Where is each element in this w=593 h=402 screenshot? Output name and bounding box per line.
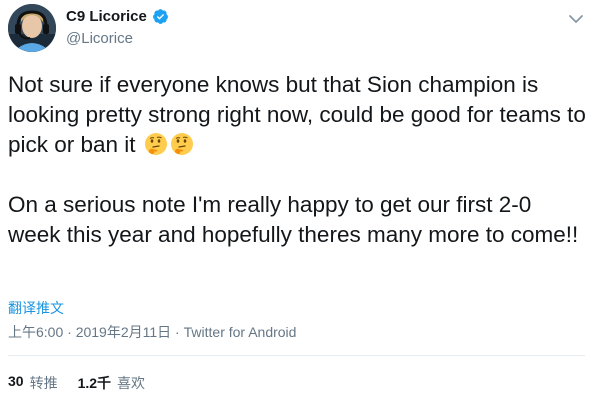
translate-tweet-link[interactable]: 翻译推文 (8, 298, 64, 318)
divider (8, 355, 585, 356)
tweet-source: Twitter for Android (183, 324, 297, 340)
chevron-down-icon[interactable] (567, 10, 585, 28)
tweet-paragraph-1-text: Not sure if everyone knows but that Sion… (8, 72, 586, 157)
likes-label: 喜欢 (117, 375, 146, 391)
author-handle[interactable]: @Licorice (66, 30, 133, 47)
tweet-paragraph-2: On a serious note I'm really happy to ge… (8, 192, 579, 247)
author-display-name[interactable]: C9 Licorice (66, 8, 147, 25)
avatar[interactable] (8, 4, 56, 52)
thinking-face-icon (144, 133, 167, 155)
tweet-time[interactable]: 上午6:00 (8, 324, 63, 340)
verified-badge-icon (152, 9, 168, 24)
avatar-image (8, 4, 56, 52)
likes-stat[interactable]: 1.2千 喜欢 (78, 373, 145, 393)
retweets-stat[interactable]: 30 转推 (8, 373, 58, 393)
tweet-stats: 30 转推 1.2千 喜欢 (8, 373, 145, 393)
tweet-date[interactable]: 2019年2月11日 (76, 324, 171, 340)
thinking-face-icon (170, 133, 193, 155)
likes-count: 1.2千 (77, 375, 112, 391)
tweet-metadata: 上午6:00 · 2019年2月11日 · Twitter for Androi… (8, 322, 296, 342)
retweets-label: 转推 (29, 375, 58, 391)
tweet-text: Not sure if everyone knows but that Sion… (8, 70, 588, 250)
author-name-row: C9 Licorice (66, 8, 169, 25)
meta-separator: · (63, 324, 76, 340)
tweet-paragraph-1: Not sure if everyone knows but that Sion… (8, 70, 588, 160)
retweets-count: 30 (8, 373, 24, 389)
meta-separator: · (171, 324, 184, 340)
